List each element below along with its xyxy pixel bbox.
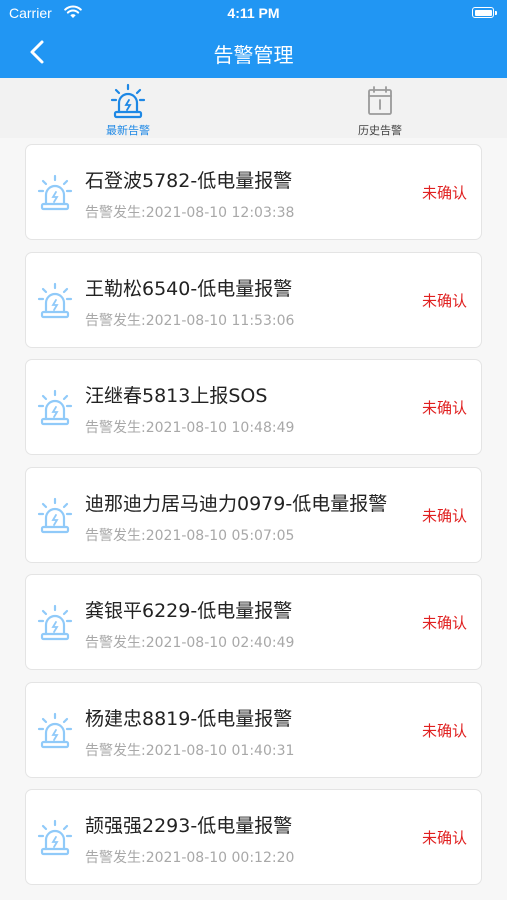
alarm-status-badge[interactable]: 未确认	[422, 612, 467, 633]
alarm-list-item[interactable]: 汪继春5813上报SOS 告警发生:2021-08-10 10:48:49 未确认	[25, 359, 482, 455]
battery-icon	[472, 7, 497, 18]
alarm-status-badge[interactable]: 未确认	[422, 505, 467, 526]
alarm-light-icon	[37, 819, 73, 856]
alarm-time: 告警发生:2021-08-10 12:03:38	[85, 205, 295, 221]
alarm-title: 王勒松6540-低电量报警	[85, 277, 293, 300]
alarm-title: 杨建忠8819-低电量报警	[85, 707, 293, 730]
alarm-status-badge[interactable]: 未确认	[422, 827, 467, 848]
alarm-light-icon	[37, 282, 73, 318]
alarm-list-item[interactable]: 颉强强2293-低电量报警告警发生:2021-08-10 00:12:20 未确认	[25, 789, 482, 885]
status-bar: Carrier 4:11 PM	[0, 0, 507, 26]
tab-latest-label: 最新告警	[106, 124, 150, 137]
calendar-icon	[368, 86, 392, 115]
alarm-list-item[interactable]: 迪那迪力居马迪力0979-低电量报警告警发生:2021-08-10 05:07:…	[25, 466, 482, 563]
alarm-list-item[interactable]: 石登波5782-低电量报警告警发生:2021-08-10 12:03:38 未确认	[25, 144, 482, 240]
alarm-light-icon	[37, 389, 73, 426]
alarm-light-icon	[37, 712, 73, 748]
alarm-time: 告警发生:2021-08-10 11:53:06	[85, 312, 295, 329]
alarm-title: 石登波5782-低电量报警	[85, 170, 293, 192]
alarm-status-badge[interactable]: 未确认	[422, 182, 467, 203]
alarm-light-icon	[110, 83, 146, 119]
alarm-list-item[interactable]: 杨建忠8819-低电量报警告警发生:2021-08-10 01:40:31 未确认	[25, 681, 482, 778]
tab-history-alarms[interactable]: 历史告警	[310, 78, 450, 138]
alarm-status-badge[interactable]: 未确认	[422, 290, 467, 311]
tab-history-label: 历史告警	[358, 124, 402, 137]
alarm-light-icon	[37, 497, 73, 533]
alarm-time: 告警发生:2021-08-10 05:07:05	[85, 527, 295, 544]
alarm-list-item[interactable]: 龚银平6229-低电量报警告警发生:2021-08-10 02:40:49 未确认	[25, 574, 482, 670]
alarm-status-badge[interactable]: 未确认	[422, 720, 467, 741]
status-time: 4:11 PM	[227, 5, 280, 21]
alarm-title: 汪继春5813上报SOS	[85, 385, 268, 407]
alarm-list: 石登波5782-低电量报警告警发生:2021-08-10 12:03:38 未确认…	[0, 138, 507, 900]
alarm-light-icon	[37, 604, 73, 641]
navigation-bar: Carrier 4:11 PM 告警管理	[0, 0, 507, 78]
alarm-time: 告警发生:2021-08-10 00:12:20	[85, 850, 295, 866]
alarm-list-item[interactable]: 王勒松6540-低电量报警告警发生:2021-08-10 11:53:06 未确认	[25, 251, 482, 348]
alarm-light-icon	[37, 174, 73, 211]
alarm-time: 告警发生:2021-08-10 10:48:49	[85, 420, 295, 436]
alarm-title: 颉强强2293-低电量报警	[85, 815, 293, 837]
tab-latest-alarms[interactable]: 最新告警	[58, 78, 198, 138]
tab-bar: 最新告警 历史告警	[0, 78, 507, 138]
alarm-title: 龚银平6229-低电量报警	[85, 600, 293, 622]
alarm-time: 告警发生:2021-08-10 02:40:49	[85, 635, 295, 651]
page-title: 告警管理	[213, 43, 294, 67]
alarm-time: 告警发生:2021-08-10 01:40:31	[85, 742, 295, 759]
nav-header: 告警管理	[0, 26, 507, 78]
alarm-title: 迪那迪力居马迪力0979-低电量报警	[85, 492, 388, 515]
alarm-status-badge[interactable]: 未确认	[422, 397, 467, 418]
